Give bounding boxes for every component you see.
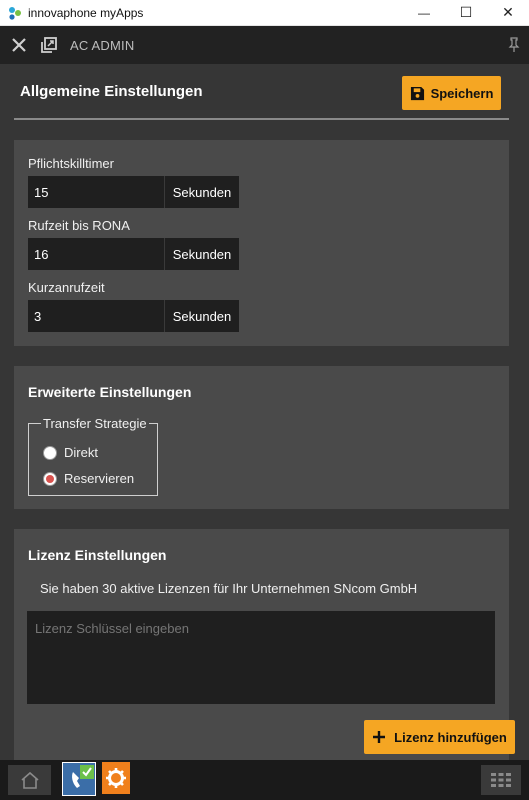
- radio-label-direkt: Direkt: [64, 445, 98, 460]
- window-close-icon: ✕: [502, 4, 514, 20]
- general-settings-panel: Pflichtskilltimer Sekunden Rufzeit bis R…: [14, 140, 509, 346]
- unit-label: Sekunden: [164, 300, 239, 332]
- field-label-kurzanrufzeit: Kurzanrufzeit: [28, 280, 105, 295]
- close-app-button[interactable]: [0, 26, 38, 64]
- minimize-icon: —: [418, 5, 430, 20]
- app-grid-icon: [491, 773, 511, 787]
- advanced-settings-panel: Erweiterte Einstellungen Transfer Strate…: [14, 366, 509, 509]
- maximize-icon: ☐: [459, 4, 473, 20]
- pflichtskilltimer-input[interactable]: [28, 176, 164, 208]
- gear-app-icon[interactable]: [102, 762, 130, 794]
- pin-icon: [508, 37, 520, 52]
- transfer-strategy-group: Transfer Strategie Direkt Reservieren: [28, 416, 158, 496]
- page-title: Allgemeine Einstellungen: [20, 82, 203, 100]
- radio-label-reservieren: Reservieren: [64, 471, 135, 486]
- app-title: AC ADMIN: [70, 37, 135, 53]
- app-header: AC ADMIN: [0, 26, 529, 64]
- radio-reservieren[interactable]: Reservieren: [43, 471, 134, 486]
- unit-label: Sekunden: [164, 238, 239, 270]
- kurzanrufzeit-field: Sekunden: [28, 300, 239, 332]
- license-settings-title: Lizenz Einstellungen: [28, 547, 167, 563]
- add-license-label: Lizenz hinzufügen: [394, 729, 507, 745]
- phone-check-app-icon[interactable]: [62, 762, 96, 796]
- add-license-button[interactable]: Lizenz hinzufügen: [364, 720, 515, 754]
- license-key-input[interactable]: [27, 611, 495, 704]
- window-title: innovaphone myApps: [28, 5, 144, 20]
- field-label-rufzeit-bis-rona: Rufzeit bis RONA: [28, 218, 130, 233]
- pin-button[interactable]: [499, 37, 529, 53]
- advanced-settings-title: Erweiterte Einstellungen: [28, 384, 192, 400]
- rufzeit-bis-rona-field: Sekunden: [28, 238, 239, 270]
- innovaphone-logo-icon: [8, 6, 22, 20]
- page-header: Allgemeine Einstellungen Speichern: [14, 64, 509, 120]
- popout-button[interactable]: [38, 26, 60, 64]
- settings-content[interactable]: Allgemeine Einstellungen Speichern Pflic…: [0, 64, 529, 760]
- radio-circle-reservieren[interactable]: [43, 471, 57, 486]
- minimize-button[interactable]: —: [403, 0, 445, 26]
- maximize-button[interactable]: ☐: [445, 0, 487, 26]
- bottom-taskbar: [0, 760, 529, 800]
- unit-label: Sekunden: [164, 176, 239, 208]
- close-icon: [12, 38, 26, 52]
- home-button[interactable]: [8, 765, 51, 795]
- pflichtskilltimer-field: Sekunden: [28, 176, 239, 208]
- floppy-disk-icon: [410, 86, 424, 100]
- window-titlebar: innovaphone myApps — ☐ ✕: [0, 0, 529, 26]
- radio-direkt[interactable]: Direkt: [43, 445, 98, 460]
- transfer-strategy-legend: Transfer Strategie: [43, 416, 147, 431]
- window-close-button[interactable]: ✕: [487, 0, 529, 26]
- field-label-pflichtskilltimer: Pflichtskilltimer: [28, 156, 114, 171]
- app-grid-button[interactable]: [481, 765, 521, 795]
- radio-circle-direkt[interactable]: [43, 445, 57, 460]
- home-icon: [20, 771, 39, 789]
- license-info-text: Sie haben 30 aktive Lizenzen für Ihr Unt…: [40, 581, 418, 596]
- save-button-label: Speichern: [430, 85, 494, 101]
- plus-icon: [373, 731, 386, 743]
- rufzeit-bis-rona-input[interactable]: [28, 238, 164, 270]
- popout-icon: [41, 37, 57, 53]
- kurzanrufzeit-input[interactable]: [28, 300, 164, 332]
- save-button[interactable]: Speichern: [402, 76, 501, 110]
